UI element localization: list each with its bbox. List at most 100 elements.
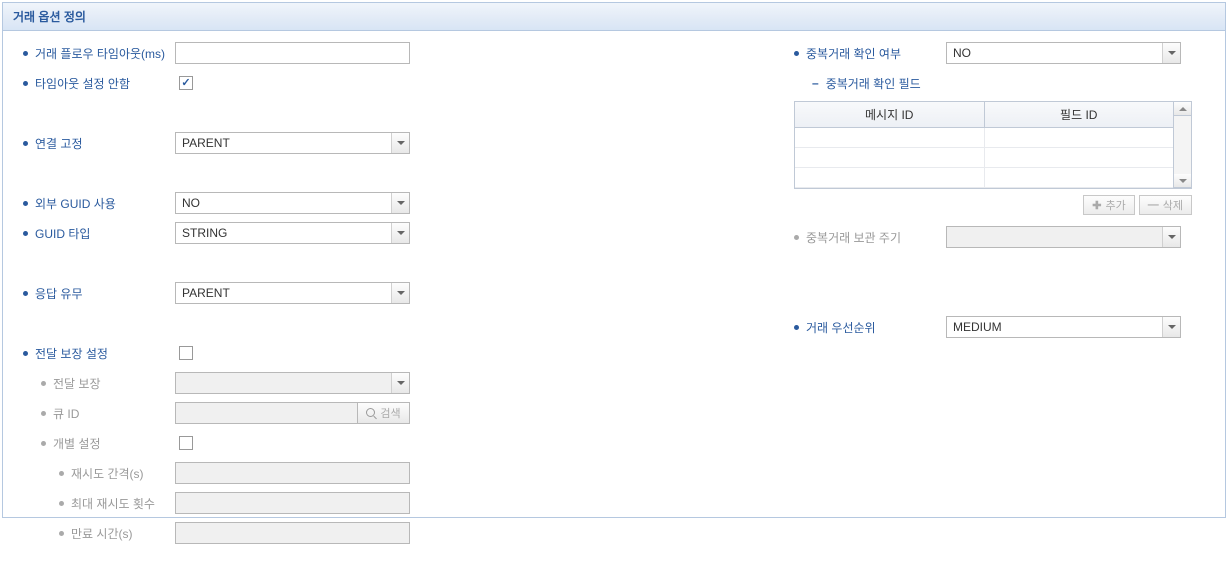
select-value <box>946 226 1181 248</box>
search-group-queue: 검색 <box>175 402 410 424</box>
row-timeout: 거래 플로우 타임아웃(ms) <box>23 41 614 65</box>
bullet-icon <box>59 531 64 536</box>
table-row[interactable] <box>795 168 1173 188</box>
table-row[interactable] <box>795 128 1173 148</box>
label-conn-fix: 연결 고정 <box>35 135 175 152</box>
row-individual: 개별 설정 <box>23 431 614 455</box>
add-button[interactable]: ✚ 추가 <box>1083 195 1134 215</box>
row-conn-fix: 연결 고정 PARENT <box>23 131 614 155</box>
label-delivery-sub: 전달 보장 <box>53 375 175 392</box>
input-expire[interactable] <box>175 522 410 544</box>
select-dup-check[interactable]: NO <box>946 42 1181 64</box>
delete-button-label: 삭제 <box>1163 197 1183 213</box>
row-max-retry: 최대 재시도 횟수 <box>23 491 614 515</box>
bullet-icon <box>23 81 28 86</box>
bullet-icon <box>794 325 799 330</box>
row-priority: 거래 우선순위 MEDIUM <box>794 315 1205 339</box>
panel-body: 거래 플로우 타임아웃(ms) 타임아웃 설정 안함 연결 고정 PARENT <box>3 31 1225 561</box>
scroll-buttons <box>1174 101 1192 189</box>
chevron-down-icon <box>1162 227 1180 247</box>
grid-dup-fields[interactable]: 메시지 ID 필드 ID <box>794 101 1174 189</box>
select-value: PARENT <box>175 282 410 304</box>
select-value: MEDIUM <box>946 316 1181 338</box>
select-delivery-sub[interactable] <box>175 372 410 394</box>
label-dup-field: 중복거래 확인 필드 <box>826 75 921 92</box>
grid-body <box>795 128 1173 188</box>
column-left: 거래 플로우 타임아웃(ms) 타임아웃 설정 안함 연결 고정 PARENT <box>23 41 614 551</box>
spacer <box>794 285 1205 309</box>
label-guid-type: GUID 타입 <box>35 225 175 242</box>
input-max-retry[interactable] <box>175 492 410 514</box>
label-delivery-guarantee: 전달 보장 설정 <box>35 345 175 362</box>
table-row[interactable] <box>795 148 1173 168</box>
bullet-icon <box>23 231 28 236</box>
select-value: STRING <box>175 222 410 244</box>
row-ext-guid: 외부 GUID 사용 NO <box>23 191 614 215</box>
select-priority[interactable]: MEDIUM <box>946 316 1181 338</box>
input-retry-interval[interactable] <box>175 462 410 484</box>
scroll-track <box>1174 116 1191 174</box>
checkbox-delivery-guarantee[interactable] <box>179 346 193 360</box>
bullet-icon <box>41 441 46 446</box>
bullet-icon <box>23 351 28 356</box>
scroll-up-button[interactable] <box>1174 102 1191 116</box>
row-dup-check: 중복거래 확인 여부 NO <box>794 41 1205 65</box>
delete-button[interactable]: — 삭제 <box>1139 195 1192 215</box>
chevron-down-icon <box>391 223 409 243</box>
checkbox-no-timeout[interactable] <box>179 76 193 90</box>
sub-dup-fields: – 중복거래 확인 필드 메시지 ID 필드 ID <box>794 71 1205 249</box>
row-queue-id: 큐 ID 검색 <box>23 401 614 425</box>
select-value: NO <box>175 192 410 214</box>
search-button-label: 검색 <box>380 405 400 421</box>
chevron-down-icon <box>1162 43 1180 63</box>
search-button[interactable]: 검색 <box>357 402 410 424</box>
label-max-retry: 최대 재시도 횟수 <box>71 495 175 512</box>
select-conn-fix[interactable]: PARENT <box>175 132 410 154</box>
label-individual: 개별 설정 <box>53 435 175 452</box>
chevron-down-icon <box>1162 317 1180 337</box>
spacer <box>23 311 614 335</box>
row-delivery-sub: 전달 보장 <box>23 371 614 395</box>
spacer <box>23 161 614 185</box>
spacer <box>794 255 1205 279</box>
col-message-id[interactable]: 메시지 ID <box>795 102 985 127</box>
table-wrap-dup-fields: 메시지 ID 필드 ID <box>794 101 1205 189</box>
chevron-down-icon <box>391 373 409 393</box>
col-field-id[interactable]: 필드 ID <box>985 102 1174 127</box>
row-delivery-guarantee: 전달 보장 설정 <box>23 341 614 365</box>
select-value: PARENT <box>175 132 410 154</box>
select-dup-keep[interactable] <box>946 226 1181 248</box>
select-value: NO <box>946 42 1181 64</box>
label-dup-check: 중복거래 확인 여부 <box>806 45 946 62</box>
label-queue-id: 큐 ID <box>53 405 175 422</box>
bullet-icon <box>41 411 46 416</box>
bullet-icon <box>23 201 28 206</box>
row-expire: 만료 시간(s) <box>23 521 614 545</box>
label-response: 응답 유무 <box>35 285 175 302</box>
panel-title: 거래 옵션 정의 <box>3 3 1225 31</box>
spacer <box>23 101 614 125</box>
select-ext-guid[interactable]: NO <box>175 192 410 214</box>
bullet-icon <box>59 471 64 476</box>
chevron-down-icon <box>391 133 409 153</box>
select-guid-type[interactable]: STRING <box>175 222 410 244</box>
checkbox-individual[interactable] <box>179 436 193 450</box>
select-value <box>175 372 410 394</box>
bullet-icon <box>23 141 28 146</box>
input-queue-id[interactable] <box>175 402 357 424</box>
dash-icon: – <box>812 76 819 90</box>
column-right: 중복거래 확인 여부 NO – 중복거래 확인 필드 메시지 ID 필드 ID <box>614 41 1205 551</box>
plus-icon: ✚ <box>1092 199 1101 212</box>
row-retry-interval: 재시도 간격(s) <box>23 461 614 485</box>
row-no-timeout: 타임아웃 설정 안함 <box>23 71 614 95</box>
label-expire: 만료 시간(s) <box>71 525 175 542</box>
input-timeout[interactable] <box>175 42 410 64</box>
add-button-label: 추가 <box>1106 197 1126 213</box>
label-no-timeout: 타임아웃 설정 안함 <box>35 75 175 92</box>
label-dup-keep: 중복거래 보관 주기 <box>806 229 946 246</box>
bullet-icon <box>23 291 28 296</box>
search-icon <box>366 408 377 419</box>
scroll-down-button[interactable] <box>1174 174 1191 188</box>
select-response[interactable]: PARENT <box>175 282 410 304</box>
label-priority: 거래 우선순위 <box>806 319 946 336</box>
